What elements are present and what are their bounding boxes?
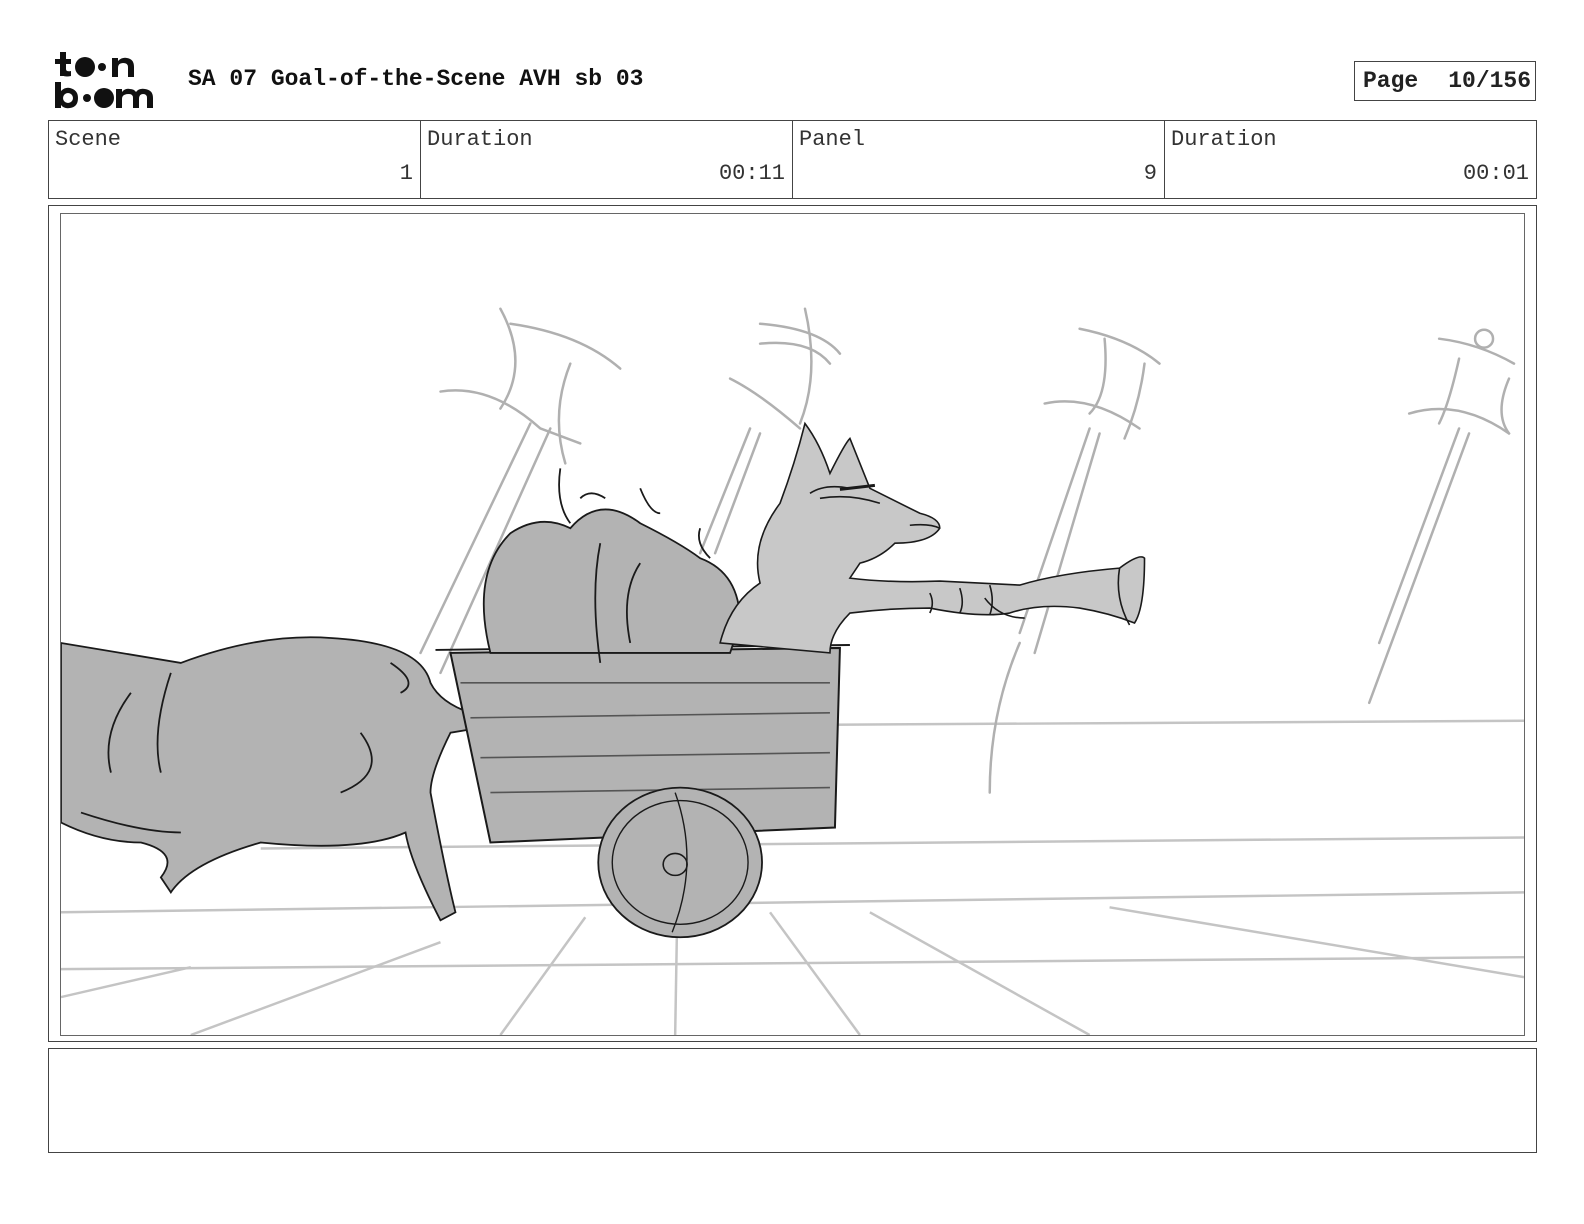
scene-duration-value: 00:11 (718, 161, 785, 186)
scene-duration-label: Duration (427, 127, 533, 152)
panel-duration-value: 00:01 (1462, 161, 1529, 186)
panel-cell: Panel 9 (793, 121, 1165, 198)
scene-duration-cell: Duration 00:11 (421, 121, 793, 198)
panel-duration-label: Duration (1171, 127, 1277, 152)
storyboard-panel-frame (48, 205, 1537, 1042)
scene-value: 1 (399, 161, 413, 186)
panel-notes-box (48, 1048, 1537, 1153)
storyboard-panel-image (60, 213, 1525, 1036)
page-indicator: Page 10/156 (1354, 61, 1536, 101)
scene-info-row: Scene 1 Duration 00:11 Panel 9 Duration … (48, 120, 1537, 199)
page-label: Page (1363, 68, 1419, 94)
toon-boom-logo (52, 50, 164, 112)
document-title: SA 07 Goal-of-the-Scene AVH sb 03 (188, 66, 644, 92)
scene-cell: Scene 1 (49, 121, 421, 198)
panel-duration-cell: Duration 00:01 (1165, 121, 1536, 198)
page-number: 10/156 (1448, 68, 1532, 94)
sketch-drawing (61, 307, 1524, 1035)
panel-value: 9 (1143, 161, 1157, 186)
scene-label: Scene (55, 127, 122, 152)
panel-label: Panel (799, 127, 866, 152)
